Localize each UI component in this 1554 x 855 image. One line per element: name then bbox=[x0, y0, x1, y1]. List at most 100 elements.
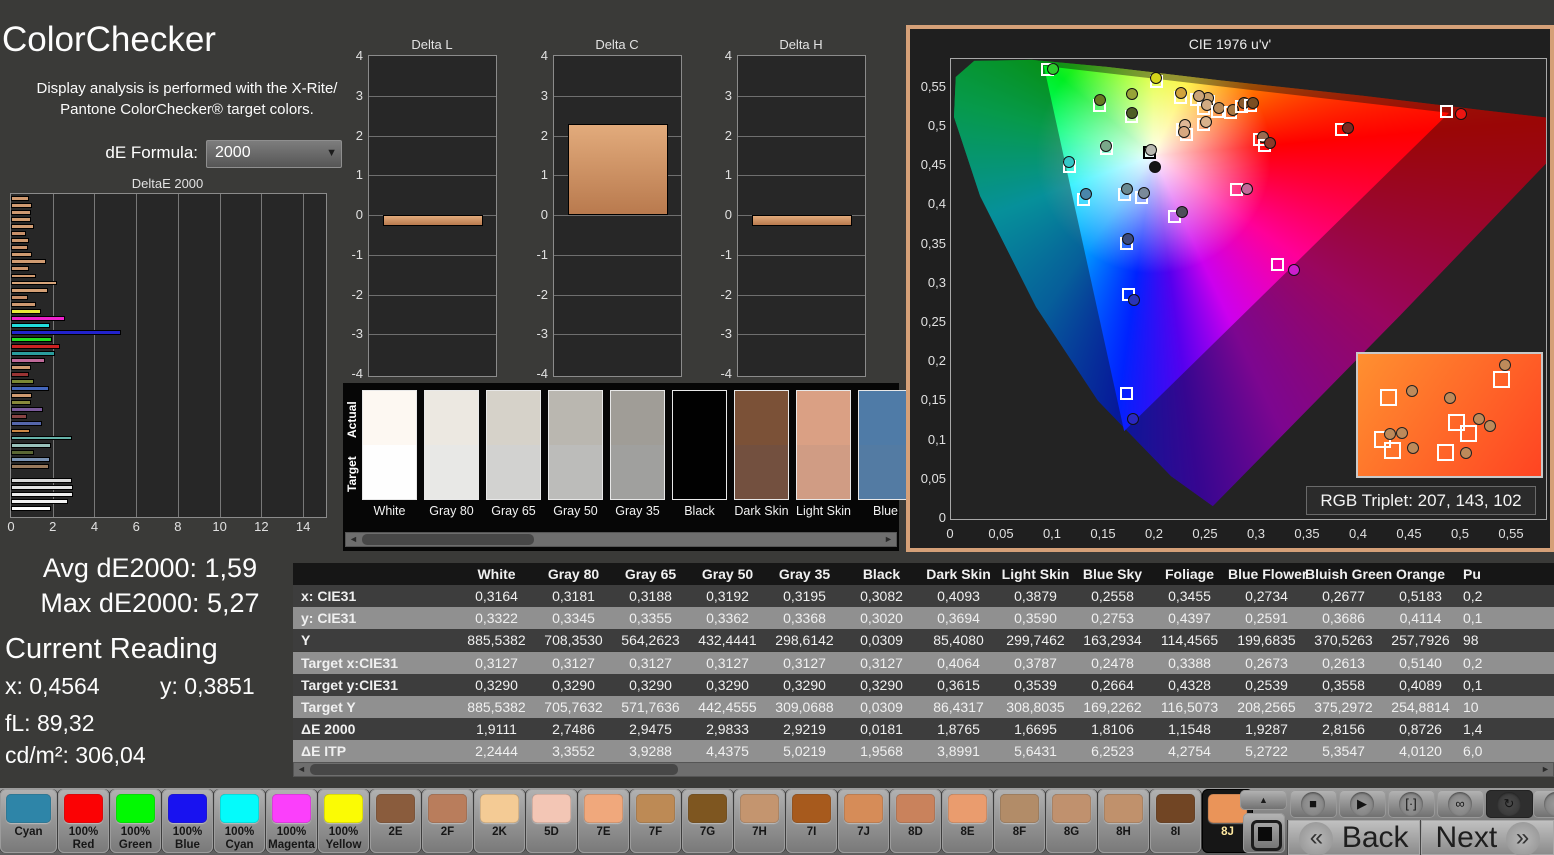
patch-swatch bbox=[428, 794, 467, 823]
table-scrollbar-thumb[interactable] bbox=[310, 764, 678, 775]
patch-button-5d[interactable]: 5D bbox=[526, 789, 577, 853]
gridline bbox=[554, 294, 681, 296]
column-header: Blue Sky bbox=[1082, 566, 1143, 582]
swatch-scrollbar-thumb[interactable] bbox=[362, 534, 534, 545]
table-cell: 0,3127 bbox=[706, 654, 749, 671]
patch-button-7g[interactable]: 7G bbox=[682, 789, 733, 853]
inset-measured-point bbox=[1383, 428, 1396, 441]
patch-button-cyan[interactable]: Cyan bbox=[0, 789, 57, 853]
measured-point-marker bbox=[1177, 125, 1190, 138]
gridline bbox=[738, 254, 865, 256]
patch-label: 100% Magenta bbox=[268, 826, 315, 852]
patch-button-8d[interactable]: 8D bbox=[890, 789, 941, 853]
patch-button-100-yellow[interactable]: 100% Yellow bbox=[318, 789, 369, 853]
patch-button-100-green[interactable]: 100% Green bbox=[110, 789, 161, 853]
x-tick-label: 0,3 bbox=[1246, 526, 1266, 541]
de-bar bbox=[11, 400, 31, 406]
stop-button[interactable]: ■ bbox=[1290, 790, 1337, 818]
patch-button-7f[interactable]: 7F bbox=[630, 789, 681, 853]
scroll-right-icon[interactable]: ► bbox=[882, 533, 895, 546]
actual-swatch bbox=[487, 391, 540, 445]
play-button[interactable]: ▶ bbox=[1339, 790, 1386, 818]
inset-target-square bbox=[1383, 441, 1401, 459]
de-bar bbox=[11, 301, 37, 307]
table-cell: 0,3558 bbox=[1322, 676, 1365, 693]
patch-button-7j[interactable]: 7J bbox=[838, 789, 889, 853]
table-cell: 98 bbox=[1463, 632, 1479, 649]
patch-list-up-button[interactable]: ▲ bbox=[1240, 790, 1287, 810]
patch-button-100-magenta[interactable]: 100% Magenta bbox=[266, 789, 317, 853]
patch-button-8e[interactable]: 8E bbox=[942, 789, 993, 853]
y-tick-label: -1 bbox=[536, 246, 548, 262]
patch-swatch bbox=[1156, 794, 1195, 823]
table-cell: 0,2 bbox=[1463, 588, 1483, 604]
measured-point-marker bbox=[1174, 87, 1187, 100]
patch-button-100-red[interactable]: 100% Red bbox=[58, 789, 109, 853]
table-scrollbar[interactable]: ◄ ► bbox=[293, 762, 1554, 777]
inset-measured-point bbox=[1460, 446, 1473, 459]
de-bar bbox=[11, 287, 48, 293]
table-cell: 0,2539 bbox=[1245, 676, 1288, 693]
back-button[interactable]: « Back bbox=[1288, 820, 1420, 855]
cie-chart-title: CIE 1976 u'v' bbox=[1188, 36, 1272, 52]
patch-button-7h[interactable]: 7H bbox=[734, 789, 785, 853]
column-header: Foliage bbox=[1164, 566, 1214, 582]
extra-button[interactable] bbox=[1533, 790, 1554, 818]
patch-button-8f[interactable]: 8F bbox=[994, 789, 1045, 853]
patch-button-7i[interactable]: 7I bbox=[786, 789, 837, 853]
swatch-pair bbox=[858, 390, 913, 500]
de-formula-label: dE Formula: bbox=[105, 143, 198, 162]
max-de2000-stat: Max dE2000: 5,27 bbox=[40, 588, 260, 618]
infinity-button[interactable]: ∞ bbox=[1437, 790, 1484, 818]
scroll-left-icon[interactable]: ◄ bbox=[295, 763, 308, 776]
patch-button-8h[interactable]: 8H bbox=[1098, 789, 1149, 853]
y-tick-label: 0 bbox=[938, 510, 946, 525]
table-cell: 2,9833 bbox=[706, 721, 749, 738]
patch-button-7e[interactable]: 7E bbox=[578, 789, 629, 853]
table-cell: 0,3290 bbox=[629, 676, 672, 693]
scroll-left-icon[interactable]: ◄ bbox=[347, 533, 360, 546]
table-cell: 0,3345 bbox=[552, 610, 595, 627]
measured-point-marker bbox=[1150, 71, 1163, 84]
column-header: Black bbox=[862, 566, 901, 582]
table-cell: 163,2934 bbox=[1083, 632, 1142, 649]
actual-swatch bbox=[363, 391, 416, 445]
table-cell: 0,3388 bbox=[1168, 654, 1211, 671]
measured-point-marker bbox=[1455, 107, 1467, 120]
measured-point-marker bbox=[1200, 115, 1212, 128]
table-cell: 0,3355 bbox=[629, 610, 672, 627]
patch-button-2k[interactable]: 2K bbox=[474, 789, 525, 853]
y-tick-label: -2 bbox=[351, 286, 363, 302]
x-tick-label: 0,45 bbox=[1396, 526, 1422, 541]
patch-button-100-cyan[interactable]: 100% Cyan bbox=[214, 789, 265, 853]
table-cell: 257,7926 bbox=[1391, 632, 1450, 649]
loop-button[interactable]: ↻ bbox=[1486, 790, 1533, 818]
table-header-row: White Gray 80 Gray 65 Gray 50 Gray 35 Black Da… bbox=[293, 563, 1554, 585]
patch-label: 2F bbox=[440, 826, 455, 838]
patch-button-2e[interactable]: 2E bbox=[370, 789, 421, 853]
table-cell: 0,3290 bbox=[860, 676, 903, 693]
patch-button-2f[interactable]: 2F bbox=[422, 789, 473, 853]
table-cell: 0,3127 bbox=[475, 654, 518, 671]
gridline bbox=[554, 334, 681, 336]
x-tick-label: 4 bbox=[90, 519, 99, 534]
de-formula-row: dE Formula: 2000 ▼ bbox=[90, 140, 342, 168]
patch-button-8i[interactable]: 8I bbox=[1150, 789, 1201, 853]
swatch-scrollbar[interactable]: ◄ ► bbox=[345, 532, 897, 547]
table-cell: 0,3290 bbox=[706, 676, 749, 693]
target-swatch bbox=[611, 445, 664, 499]
patch-button-8g[interactable]: 8G bbox=[1046, 789, 1097, 853]
table-cell: 0,2478 bbox=[1091, 654, 1134, 671]
y-tick-label: 0 bbox=[355, 207, 363, 222]
patch-button-100-blue[interactable]: 100% Blue bbox=[162, 789, 213, 853]
table-cell: 0,2591 bbox=[1245, 610, 1288, 627]
measured-point-marker bbox=[1121, 182, 1134, 195]
scroll-right-icon[interactable]: ► bbox=[1539, 763, 1552, 776]
table-cell: 6,0 bbox=[1463, 743, 1483, 760]
next-button[interactable]: Next » bbox=[1421, 820, 1554, 855]
de-bar bbox=[11, 315, 66, 321]
de-formula-dropdown[interactable]: 2000 ▼ bbox=[206, 140, 342, 168]
row-label: ΔE 2000 bbox=[301, 721, 356, 738]
pattern-window-button[interactable] bbox=[1243, 813, 1285, 853]
step-button[interactable]: [·] bbox=[1388, 790, 1435, 818]
